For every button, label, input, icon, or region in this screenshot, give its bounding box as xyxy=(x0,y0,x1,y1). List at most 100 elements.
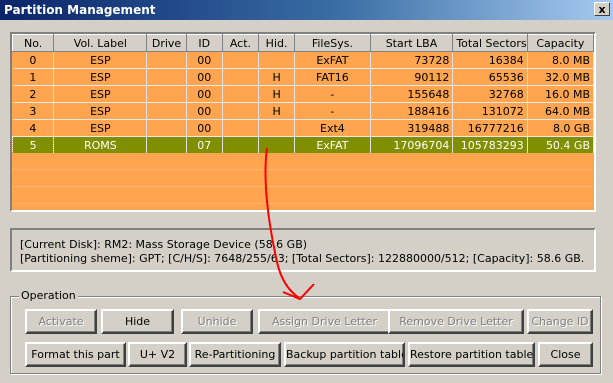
cell-no: 0 xyxy=(12,51,55,69)
close-button[interactable]: Close xyxy=(538,342,593,367)
cell-total-sectors: 32768 xyxy=(452,85,528,103)
table-header: No. Vol. Label Drive ID Act. Hid. FileSy… xyxy=(12,34,594,52)
cell-act xyxy=(222,136,260,154)
column-header-vol-label[interactable]: Vol. Label xyxy=(53,34,148,52)
cell-drive xyxy=(146,68,187,86)
cell-filesys: ExFAT xyxy=(294,51,371,69)
activate-button[interactable]: Activate xyxy=(25,309,97,334)
cell-start-lba: 90112 xyxy=(370,68,454,86)
cell-no: 4 xyxy=(12,119,55,137)
current-disk-info: [Current Disk]: RM2: Mass Storage Device… xyxy=(20,238,308,251)
cell-start-lba: 17096704 xyxy=(370,136,454,154)
cell-label: ESP xyxy=(53,85,148,103)
cell-total-sectors: 16384 xyxy=(452,51,528,69)
cell-drive xyxy=(146,136,187,154)
cell-label: ESP xyxy=(53,68,148,86)
cell-act xyxy=(222,102,260,120)
table-row[interactable]: 0 ESP 00 ExFAT 73728 16384 8.0 MB xyxy=(12,51,594,69)
column-header-drive[interactable]: Drive xyxy=(146,34,187,52)
cell-id: 00 xyxy=(186,85,223,103)
window-title: Partition Management xyxy=(4,3,156,17)
column-header-filesys[interactable]: FileSys. xyxy=(294,34,371,52)
cell-total-sectors: 65536 xyxy=(452,68,528,86)
unhide-button[interactable]: Unhide xyxy=(181,309,253,334)
cell-start-lba: 155648 xyxy=(370,85,454,103)
cell-label: ESP xyxy=(53,102,148,120)
cell-id: 00 xyxy=(186,51,223,69)
cell-act xyxy=(222,68,260,86)
column-header-no[interactable]: No. xyxy=(12,34,55,52)
operation-group: Operation Activate Hide Unhide Assign Dr… xyxy=(10,289,601,374)
cell-filesys: ExFAT xyxy=(294,136,371,154)
cell-drive xyxy=(146,102,187,120)
cell-filesys: Ext4 xyxy=(294,119,371,137)
table-row[interactable]: 2 ESP 00 H -155648 32768 16.0 MB xyxy=(12,85,594,103)
u-plus-v2-button[interactable]: U+ V2 xyxy=(128,342,187,367)
cell-capacity: 8.0 GB xyxy=(527,119,594,137)
assign-drive-letter-button[interactable]: Assign Drive Letter xyxy=(258,309,391,334)
cell-act xyxy=(222,51,260,69)
partition-list: No. Vol. Label Drive ID Act. Hid. FileSy… xyxy=(10,32,596,212)
cell-filesys: - xyxy=(294,102,371,120)
remove-drive-letter-button[interactable]: Remove Drive Letter xyxy=(388,309,524,334)
cell-total-sectors: 16777216 xyxy=(452,119,528,137)
cell-act xyxy=(222,119,260,137)
cell-no: 5 xyxy=(12,136,55,154)
change-id-button[interactable]: Change ID xyxy=(527,309,593,334)
cell-id: 07 xyxy=(186,136,223,154)
cell-hid: H xyxy=(258,85,296,103)
empty-rows xyxy=(12,153,594,210)
cell-capacity: 16.0 MB xyxy=(527,85,594,103)
cell-start-lba: 188416 xyxy=(370,102,454,120)
column-header-start-lba[interactable]: Start LBA xyxy=(369,34,454,52)
cell-no: 1 xyxy=(12,68,55,86)
cell-drive xyxy=(146,119,187,137)
cell-hid xyxy=(258,119,296,137)
cell-hid xyxy=(258,51,296,69)
table-row[interactable]: 5 ROMS 07 ExFAT 17096704 105783293 50.4 GB xyxy=(12,136,594,154)
cell-hid: H xyxy=(258,102,296,120)
disk-info-panel: [Current Disk]: RM2: Mass Storage Device… xyxy=(10,228,596,272)
cell-hid xyxy=(258,136,296,154)
column-header-capacity[interactable]: Capacity xyxy=(526,34,594,52)
backup-partition-table-button[interactable]: Backup partition table xyxy=(284,342,405,367)
cell-capacity: 50.4 GB xyxy=(527,136,594,154)
cell-id: 00 xyxy=(186,68,223,86)
cell-total-sectors: 105783293 xyxy=(452,136,528,154)
cell-id: 00 xyxy=(186,102,223,120)
cell-capacity: 64.0 MB xyxy=(527,102,594,120)
cell-capacity: 32.0 MB xyxy=(527,68,594,86)
cell-capacity: 8.0 MB xyxy=(527,51,594,69)
partition-management-window: Partition Management x No. Vol. Label Dr… xyxy=(0,0,613,383)
table-row[interactable]: 4 ESP 00 Ext4 319488 16777216 8.0 GB xyxy=(12,119,594,137)
close-icon[interactable]: x xyxy=(594,2,610,16)
cell-drive xyxy=(146,85,187,103)
cell-start-lba: 319488 xyxy=(370,119,454,137)
cell-id: 00 xyxy=(186,119,223,137)
format-partition-button[interactable]: Format this part xyxy=(25,342,126,367)
cell-no: 2 xyxy=(12,85,55,103)
cell-hid: H xyxy=(258,68,296,86)
hide-button[interactable]: Hide xyxy=(101,309,174,334)
title-bar[interactable]: Partition Management x xyxy=(0,0,613,20)
column-header-id[interactable]: ID xyxy=(185,34,223,52)
column-header-total-sectors[interactable]: Total Sectors xyxy=(452,34,528,52)
table-row[interactable]: 3 ESP 00 H -188416 131072 64.0 MB xyxy=(12,102,594,120)
operation-group-label: Operation xyxy=(19,289,78,302)
partitioning-scheme-info: [Partitioning sheme]: GPT; [C/H/S]: 7648… xyxy=(20,252,585,265)
partition-table: No. Vol. Label Drive ID Act. Hid. FileSy… xyxy=(12,34,594,154)
cell-no: 3 xyxy=(12,102,55,120)
cell-label: ROMS xyxy=(53,136,148,154)
cell-drive xyxy=(146,51,187,69)
re-partitioning-button[interactable]: Re-Partitioning xyxy=(189,342,281,367)
restore-partition-table-button[interactable]: Restore partition table xyxy=(408,342,535,367)
column-header-hid[interactable]: Hid. xyxy=(257,34,296,52)
cell-act xyxy=(222,85,260,103)
table-row[interactable]: 1 ESP 00 H FAT16 90112 65536 32.0 MB xyxy=(12,68,594,86)
cell-filesys: FAT16 xyxy=(294,68,371,86)
cell-start-lba: 73728 xyxy=(370,51,454,69)
cell-total-sectors: 131072 xyxy=(452,102,528,120)
column-header-act[interactable]: Act. xyxy=(221,34,260,52)
cell-label: ESP xyxy=(53,119,148,137)
cell-filesys: - xyxy=(294,85,371,103)
